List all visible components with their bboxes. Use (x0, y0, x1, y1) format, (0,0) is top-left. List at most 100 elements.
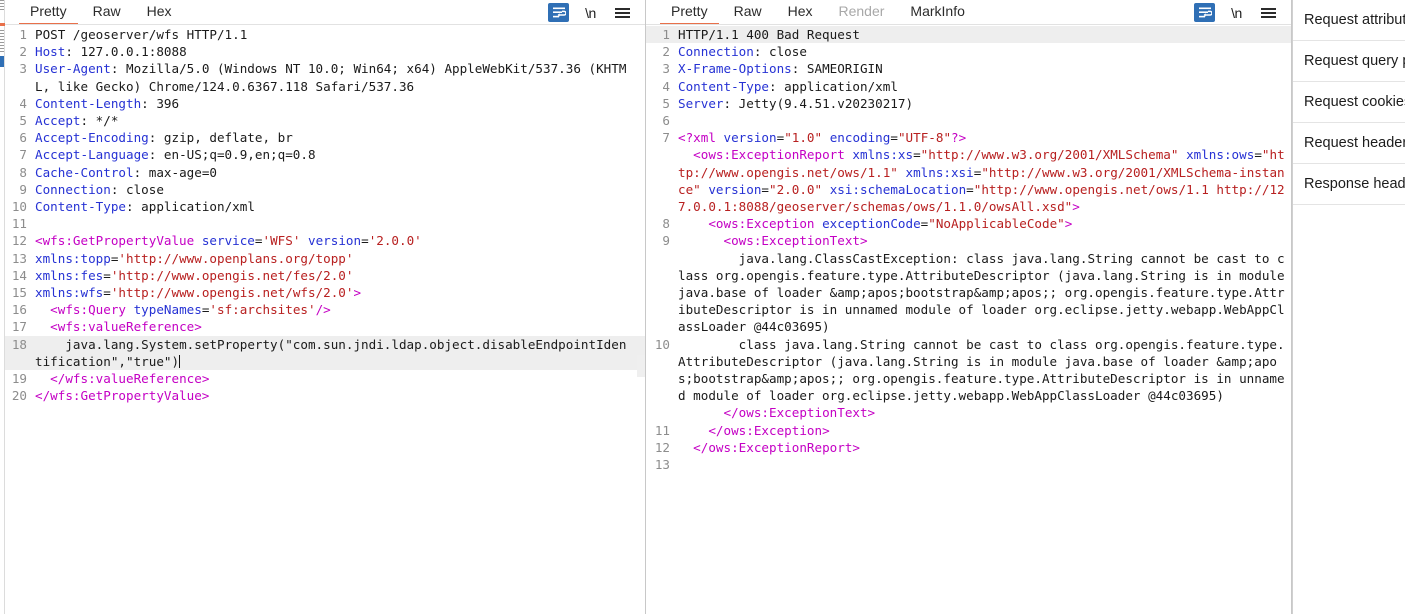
code-line[interactable]: 12<wfs:GetPropertyValue service='WFS' ve… (5, 232, 645, 249)
code-line-content: POST /geoserver/wfs HTTP/1.1 (33, 26, 633, 43)
line-number: 15 (5, 284, 33, 301)
code-line[interactable]: 16 <wfs:Query typeNames='sf:archsites'/> (5, 301, 645, 318)
code-token: "http://www.w3.org/2001/XMLSchema" (921, 147, 1179, 162)
code-line[interactable]: 10 class java.lang.String cannot be cast… (646, 336, 1291, 422)
hamburger-menu-icon[interactable] (1258, 3, 1279, 22)
code-line-content: <wfs:GetPropertyValue service='WFS' vers… (33, 232, 633, 249)
code-line[interactable]: 1HTTP/1.1 400 Bad Request (646, 26, 1291, 43)
code-line[interactable]: 4Content-Type: application/xml (646, 78, 1291, 95)
code-line[interactable]: 14xmlns:fes='http://www.opengis.net/fes/… (5, 267, 645, 284)
code-token: "UTF-8" (898, 130, 951, 145)
response-tab-pretty[interactable]: Pretty (658, 0, 721, 24)
response-panel: Pretty Raw Hex Render MarkInfo \n (646, 0, 1292, 614)
code-line-content: Content-Type: application/xml (33, 198, 633, 215)
sidebar-item-request-query-parameters[interactable]: Request query parameters (1293, 41, 1405, 82)
hamburger-menu-icon[interactable] (612, 3, 633, 22)
code-line[interactable]: 11 (5, 215, 645, 232)
line-number: 20 (5, 387, 33, 404)
response-tab-raw[interactable]: Raw (721, 0, 775, 24)
code-line-content: Host: 127.0.0.1:8088 (33, 43, 633, 60)
line-number: 8 (646, 215, 676, 232)
line-number: 9 (646, 232, 676, 249)
code-line[interactable]: 13 (646, 456, 1291, 473)
code-token: <wfs:GetPropertyValue (35, 233, 194, 248)
code-line[interactable]: 10Content-Type: application/xml (5, 198, 645, 215)
code-line[interactable]: 15xmlns:wfs='http://www.opengis.net/wfs/… (5, 284, 645, 301)
request-tab-pretty[interactable]: Pretty (17, 0, 80, 24)
code-line[interactable]: 3X-Frame-Options: SAMEORIGIN (646, 60, 1291, 77)
code-token: = (255, 233, 263, 248)
code-line[interactable]: 8 <ows:Exception exceptionCode="NoApplic… (646, 215, 1291, 232)
request-tab-raw[interactable]: Raw (80, 0, 134, 24)
response-tab-hex[interactable]: Hex (775, 0, 826, 24)
sidebar-item-request-cookies[interactable]: Request cookies (1293, 82, 1405, 123)
sidebar-empty-area (1293, 205, 1405, 614)
sidebar-item-request-attributes[interactable]: Request attributes (1293, 0, 1405, 41)
code-line[interactable]: 2Connection: close (646, 43, 1291, 60)
code-token: xmlns:ows (1186, 147, 1254, 162)
code-line[interactable]: 5Accept: */* (5, 112, 645, 129)
code-line-content (676, 112, 1288, 129)
code-token: > (1072, 199, 1080, 214)
code-line[interactable]: 17 <wfs:valueReference> (5, 318, 645, 335)
code-line-content: Accept-Encoding: gzip, deflate, br (33, 129, 633, 146)
word-wrap-icon[interactable] (548, 3, 569, 22)
code-line[interactable]: 11 </ows:Exception> (646, 422, 1291, 439)
code-token: </ows:ExceptionText> (724, 405, 876, 420)
line-number: 10 (646, 336, 676, 353)
request-tab-hex[interactable]: Hex (134, 0, 185, 24)
code-token: ?> (951, 130, 966, 145)
code-line[interactable]: 2Host: 127.0.0.1:8088 (5, 43, 645, 60)
code-line[interactable]: 7Accept-Language: en-US;q=0.9,en;q=0.8 (5, 146, 645, 163)
code-line-content: java.lang.System.setProperty("com.sun.jn… (33, 336, 633, 370)
code-token: = (361, 233, 369, 248)
word-wrap-icon[interactable] (1194, 3, 1215, 22)
code-token (678, 423, 708, 438)
code-line[interactable]: 9Connection: close (5, 181, 645, 198)
code-line-content: Accept: */* (33, 112, 633, 129)
code-token: </wfs:GetPropertyValue> (35, 388, 209, 403)
response-code-area[interactable]: 1HTTP/1.1 400 Bad Request2Connection: cl… (646, 25, 1291, 614)
code-line[interactable]: 7<?xml version="1.0" encoding="UTF-8"?> … (646, 129, 1291, 215)
code-line[interactable]: 19 </wfs:valueReference> (5, 370, 645, 387)
show-newlines-icon[interactable]: \n (1226, 3, 1247, 22)
show-newlines-icon[interactable]: \n (580, 3, 601, 22)
code-line[interactable]: 8Cache-Control: max-age=0 (5, 164, 645, 181)
code-line-content (676, 456, 1288, 473)
sidebar-item-label: Request cookies (1304, 94, 1405, 110)
code-line[interactable]: 3User-Agent: Mozilla/5.0 (Windows NT 10.… (5, 60, 645, 94)
code-line[interactable]: 20</wfs:GetPropertyValue> (5, 387, 645, 404)
code-token (1178, 147, 1186, 162)
sidebar-item-response-headers[interactable]: Response headers (1293, 164, 1405, 205)
code-line[interactable]: 9 <ows:ExceptionText> java.lang.ClassCas… (646, 232, 1291, 335)
code-line[interactable]: 18 java.lang.System.setProperty("com.sun… (5, 336, 645, 370)
line-number: 19 (5, 370, 33, 387)
code-token: class java.lang.String cannot be cast to… (678, 337, 1285, 404)
code-token: version (300, 233, 361, 248)
code-line[interactable]: 4Content-Length: 396 (5, 95, 645, 112)
code-token: java.lang.System.setProperty("com.sun.jn… (35, 337, 626, 369)
code-line[interactable]: 6 (646, 112, 1291, 129)
code-line[interactable]: 5Server: Jetty(9.4.51.v20230217) (646, 95, 1291, 112)
request-code-area[interactable]: 1POST /geoserver/wfs HTTP/1.12Host: 127.… (5, 25, 645, 614)
line-number: 5 (5, 112, 33, 129)
line-number: 3 (5, 60, 33, 77)
response-tab-render[interactable]: Render (826, 0, 898, 24)
code-token: Accept-Encoding (35, 130, 149, 145)
code-line-content: xmlns:wfs='http://www.opengis.net/wfs/2.… (33, 284, 633, 301)
code-line[interactable]: 6Accept-Encoding: gzip, deflate, br (5, 129, 645, 146)
code-token: 'http://www.opengis.net/fes/2.0' (111, 268, 354, 283)
request-scrollbar-thumb[interactable] (637, 355, 645, 377)
code-line-content: Connection: close (33, 181, 633, 198)
response-tab-markinfo[interactable]: MarkInfo (897, 0, 977, 24)
request-scrollbar[interactable] (637, 25, 645, 614)
code-line[interactable]: 1POST /geoserver/wfs HTTP/1.1 (5, 26, 645, 43)
code-token: <ows:ExceptionReport (693, 147, 845, 162)
code-line[interactable]: 13xmlns:topp='http://www.openplans.org/t… (5, 250, 645, 267)
code-token: 'WFS' (263, 233, 301, 248)
line-number: 7 (646, 129, 676, 146)
sidebar-item-request-headers[interactable]: Request headers (1293, 123, 1405, 164)
code-line[interactable]: 12 </ows:ExceptionReport> (646, 439, 1291, 456)
code-token: = (1254, 147, 1262, 162)
line-number: 13 (5, 250, 33, 267)
